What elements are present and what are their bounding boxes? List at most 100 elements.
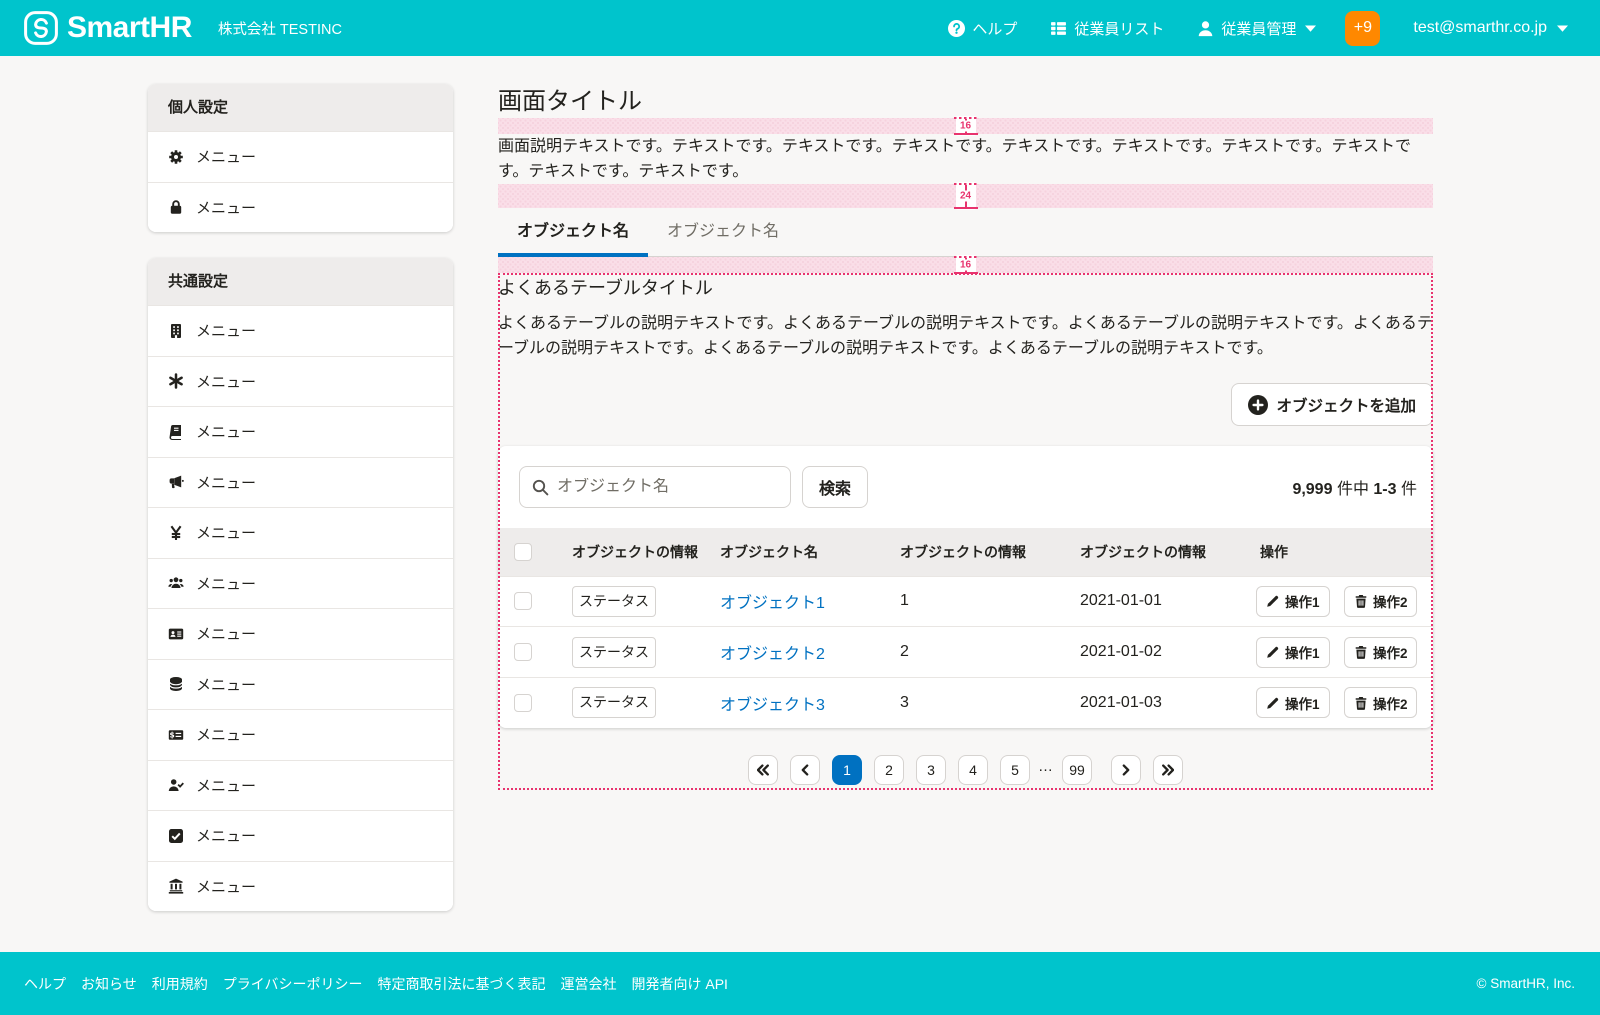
sidebar-item-users[interactable]: メニュー [148, 558, 453, 609]
sidebar-item-database[interactable]: メニュー [148, 659, 453, 710]
footer-link-help[interactable]: ヘルプ [24, 974, 66, 994]
sidebar-item-gear[interactable]: メニュー [148, 131, 453, 182]
footer-link-terms[interactable]: 利用規約 [152, 974, 208, 994]
list-icon [1050, 20, 1067, 37]
spacing-ruler: 16 [956, 255, 976, 275]
spacing-value: 16 [958, 260, 973, 271]
table-row: ステータス オブジェクト1 1 2021-01-01 操作1 操作2 [498, 576, 1433, 627]
pencil-icon [1266, 594, 1280, 608]
trash-icon [1354, 696, 1368, 710]
pagination-first-button[interactable] [748, 755, 778, 785]
sidebar-section-title: 共通設定 [148, 258, 453, 305]
row-checkbox[interactable] [514, 592, 532, 610]
column-header-name: オブジェクト名 [708, 528, 888, 576]
pagination: 1 2 3 4 5 … 99 [498, 755, 1433, 785]
search-field[interactable] [519, 466, 791, 508]
object-info-cell: 2 [888, 627, 1068, 678]
action1-label: 操作1 [1285, 642, 1320, 662]
pagination-prev-button[interactable] [790, 755, 820, 785]
employee-management-nav-item[interactable]: 従業員管理 [1197, 18, 1316, 39]
footer-link-commerce[interactable]: 特定商取引法に基づく表記 [377, 974, 545, 994]
sidebar-item-money-check[interactable]: $ メニュー [148, 709, 453, 760]
search-input[interactable] [557, 478, 778, 496]
page-description: 画面説明テキストです。テキストです。テキストです。テキストです。テキストです。テ… [498, 134, 1433, 184]
account-menu[interactable]: test@smarthr.co.jp [1413, 19, 1568, 37]
object-link[interactable]: オブジェクト2 [720, 646, 825, 663]
tab-object-2[interactable]: オブジェクト名 [648, 208, 798, 257]
sidebar-item-label: メニュー [196, 573, 256, 594]
object-date-cell: 2021-01-02 [1068, 627, 1248, 678]
megaphone-icon [168, 474, 184, 490]
sidebar-item-lock[interactable]: メニュー [148, 182, 453, 233]
pagination-page-5[interactable]: 5 [1000, 755, 1030, 785]
sidebar-item-id-card[interactable]: メニュー [148, 608, 453, 659]
sidebar-item-yen[interactable]: メニュー [148, 507, 453, 558]
object-link[interactable]: オブジェクト3 [720, 697, 825, 714]
sidebar-item-landmark[interactable]: メニュー [148, 861, 453, 912]
object-table: オブジェクトの情報 オブジェクト名 オブジェクトの情報 オブジェクトの情報 操作 [498, 528, 1433, 728]
footer-link-news[interactable]: お知らせ [81, 974, 137, 994]
pagination-page-3[interactable]: 3 [916, 755, 946, 785]
employee-list-nav-item[interactable]: 従業員リスト [1050, 18, 1164, 39]
action1-button[interactable]: 操作1 [1256, 637, 1330, 668]
action2-button[interactable]: 操作2 [1344, 637, 1418, 668]
result-count-total: 9,999 [1292, 481, 1332, 498]
pagination-next-button[interactable] [1111, 755, 1141, 785]
help-nav-item[interactable]: ヘルプ [948, 18, 1017, 39]
tab-object-1[interactable]: オブジェクト名 [498, 208, 648, 257]
sidebar-item-square-check[interactable]: メニュー [148, 810, 453, 861]
action1-button[interactable]: 操作1 [1256, 687, 1330, 718]
action2-button[interactable]: 操作2 [1344, 586, 1418, 617]
sidebar-item-label: メニュー [196, 197, 256, 218]
main-content: 画面タイトル 16 画面説明テキストです。テキストです。テキストです。テキストで… [498, 84, 1433, 790]
trash-icon [1354, 594, 1368, 608]
pagination-last-button[interactable] [1153, 755, 1183, 785]
sidebar-item-asterisk[interactable]: メニュー [148, 356, 453, 407]
notification-badge[interactable]: +9 [1345, 11, 1380, 46]
angles-right-icon [1162, 764, 1174, 776]
result-count-unit: 件 [1401, 481, 1417, 498]
pagination-page-4[interactable]: 4 [958, 755, 988, 785]
sidebar-item-user-check[interactable]: メニュー [148, 760, 453, 811]
select-all-checkbox[interactable] [514, 543, 532, 561]
add-object-button-label: オブジェクトを追加 [1276, 394, 1416, 416]
spacing-value: 24 [958, 191, 973, 202]
ruler-solid-line [954, 133, 978, 135]
smarthr-logo[interactable]: SmartHR [24, 11, 192, 45]
sidebar-item-megaphone[interactable]: メニュー [148, 457, 453, 508]
asterisk-icon [168, 373, 184, 389]
square-check-icon [168, 828, 184, 844]
footer-link-api[interactable]: 開発者向け API [631, 974, 727, 994]
sidebar-section-title: 個人設定 [148, 84, 453, 131]
pagination-page-99[interactable]: 99 [1062, 755, 1092, 785]
help-nav-label: ヘルプ [972, 18, 1017, 39]
building-icon [168, 323, 184, 339]
pagination-page-2[interactable]: 2 [874, 755, 904, 785]
action2-button[interactable]: 操作2 [1344, 687, 1418, 718]
header-nav: ヘルプ 従業員リスト 従業員管理 +9 test@smarthr.co.jp [948, 11, 1568, 46]
row-checkbox[interactable] [514, 694, 532, 712]
action1-label: 操作1 [1285, 591, 1320, 611]
plus-circle-icon [1248, 395, 1268, 415]
footer-link-company[interactable]: 運営会社 [560, 974, 616, 994]
action1-button[interactable]: 操作1 [1256, 586, 1330, 617]
status-chip: ステータス [572, 687, 656, 718]
pagination-page-1[interactable]: 1 [832, 755, 862, 785]
footer-links: ヘルプ お知らせ 利用規約 プライバシーポリシー 特定商取引法に基づく表記 運営… [24, 974, 728, 994]
search-row: 検索 9,999 件中 1-3 件 [498, 446, 1433, 528]
search-button[interactable]: 検索 [802, 466, 868, 508]
result-count: 9,999 件中 1-3 件 [1292, 475, 1417, 499]
add-object-button[interactable]: オブジェクトを追加 [1231, 383, 1433, 426]
row-checkbox[interactable] [514, 643, 532, 661]
object-link[interactable]: オブジェクト1 [720, 595, 825, 612]
sidebar-item-book[interactable]: メニュー [148, 406, 453, 457]
footer-link-privacy[interactable]: プライバシーポリシー [223, 974, 363, 994]
object-info-cell: 1 [888, 576, 1068, 627]
sidebar-item-label: メニュー [196, 674, 256, 695]
book-icon [168, 424, 184, 440]
result-count-range: 1-3 [1373, 481, 1396, 498]
table-row: ステータス オブジェクト3 3 2021-01-03 操作1 操作2 [498, 677, 1433, 728]
sidebar-section-common: 共通設定 メニュー メニュー メニュー メニュー [148, 258, 453, 911]
sidebar-item-building[interactable]: メニュー [148, 305, 453, 356]
employee-list-nav-label: 従業員リスト [1074, 18, 1164, 39]
